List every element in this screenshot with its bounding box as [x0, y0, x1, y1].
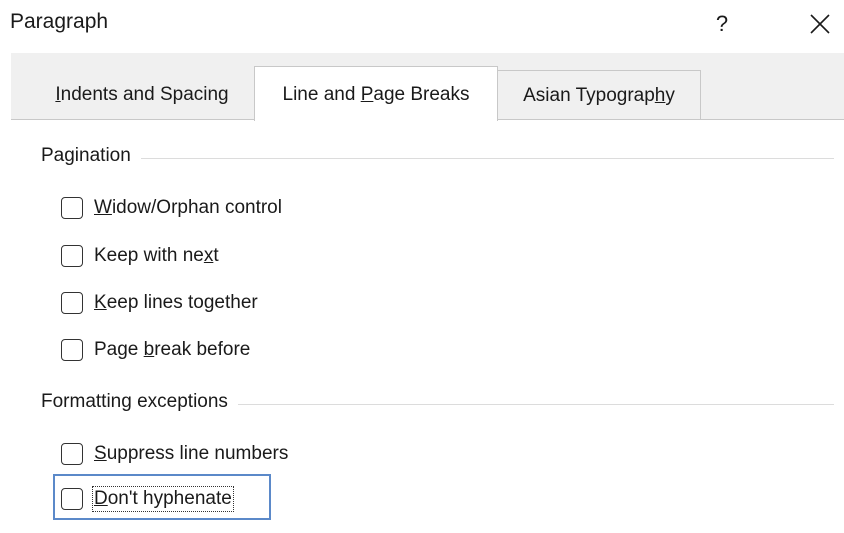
- tab-accesskey: h: [654, 85, 666, 106]
- tab-indents-and-spacing[interactable]: Indents and Spacing: [30, 70, 254, 120]
- tab-label-pre: Line and: [282, 84, 361, 105]
- checkbox-label: Widow/Orphan control: [94, 197, 282, 218]
- checkbox-box[interactable]: [61, 443, 83, 465]
- checkbox-page-break-before[interactable]: Page break before: [61, 335, 250, 365]
- checkbox-box[interactable]: [61, 197, 83, 219]
- checkbox-box[interactable]: [61, 292, 83, 314]
- group-heading-formatting-exceptions: Formatting exceptions: [41, 391, 238, 413]
- tab-label-post: age Breaks: [373, 84, 470, 105]
- close-icon: [810, 14, 830, 34]
- tab-strip: Indents and Spacing Line and Page Breaks…: [11, 53, 844, 121]
- checkbox-widow-orphan-control[interactable]: Widow/Orphan control: [61, 193, 282, 223]
- close-button[interactable]: [800, 6, 840, 42]
- tab-panel-line-and-page-breaks: Pagination Widow/Orphan control Keep wit…: [11, 119, 844, 533]
- tab-label-post: y: [665, 85, 675, 106]
- tab-line-and-page-breaks[interactable]: Line and Page Breaks: [254, 66, 498, 121]
- checkbox-suppress-line-numbers[interactable]: Suppress line numbers: [61, 439, 288, 469]
- checkbox-label: Keep lines together: [94, 292, 258, 313]
- checkbox-keep-with-next[interactable]: Keep with next: [61, 241, 219, 271]
- checkbox-box[interactable]: [61, 339, 83, 361]
- group-divider: [41, 158, 834, 159]
- dialog-title: Paragraph: [10, 10, 109, 33]
- focus-highlight: [53, 474, 271, 520]
- tab-label-post: ndents and Spacing: [60, 84, 229, 105]
- tab-asian-typography[interactable]: Asian Typography: [498, 70, 701, 120]
- checkbox-label: Suppress line numbers: [94, 443, 289, 464]
- tab-accesskey: P: [360, 84, 374, 105]
- group-heading-pagination: Pagination: [41, 145, 141, 167]
- title-bar: Paragraph ?: [0, 0, 844, 52]
- checkbox-label: Page break before: [94, 339, 251, 360]
- checkbox-box[interactable]: [61, 245, 83, 267]
- tab-label-pre: Asian Typograp: [523, 85, 655, 106]
- help-button[interactable]: ?: [705, 6, 739, 42]
- checkbox-keep-lines-together[interactable]: Keep lines together: [61, 288, 258, 318]
- dialog-body: Indents and Spacing Line and Page Breaks…: [11, 53, 844, 533]
- checkbox-label: Keep with next: [94, 245, 219, 266]
